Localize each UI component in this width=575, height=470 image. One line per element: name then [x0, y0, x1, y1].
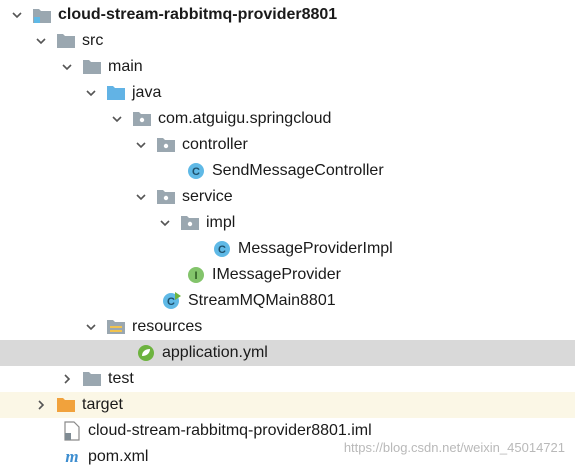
- application-yml-label: application.yml: [162, 344, 268, 361]
- tree-row-java[interactable]: java: [0, 80, 575, 106]
- tree-row-resources[interactable]: resources: [0, 314, 575, 340]
- chevron-down-icon[interactable]: [84, 80, 98, 106]
- package-icon: [156, 187, 176, 207]
- svg-text:m: m: [65, 447, 78, 466]
- svg-text:C: C: [218, 244, 226, 256]
- svg-text:C: C: [167, 296, 175, 308]
- svg-text:C: C: [192, 166, 200, 178]
- resources-folder-icon: [106, 317, 126, 337]
- tree-row-package[interactable]: com.atguigu.springcloud: [0, 106, 575, 132]
- chevron-down-icon[interactable]: [110, 106, 124, 132]
- tree-row-service[interactable]: service: [0, 184, 575, 210]
- chevron-down-icon[interactable]: [60, 54, 74, 80]
- target-label: target: [82, 396, 123, 413]
- package-icon: [180, 213, 200, 233]
- imessage-provider-label: IMessageProvider: [212, 266, 341, 283]
- spring-config-file-icon: [136, 343, 156, 363]
- chevron-down-icon[interactable]: [84, 314, 98, 340]
- tree-row-target[interactable]: target: [0, 392, 575, 418]
- controller-label: controller: [182, 136, 248, 153]
- tree-row-message-provider-impl[interactable]: C MessageProviderImpl: [0, 236, 575, 262]
- excluded-folder-icon: [56, 395, 76, 415]
- package-icon: [132, 109, 152, 129]
- tree-row-imessage-provider[interactable]: I IMessageProvider: [0, 262, 575, 288]
- message-provider-impl-label: MessageProviderImpl: [238, 240, 393, 257]
- tree-row-send-message-controller[interactable]: C SendMessageController: [0, 158, 575, 184]
- chevron-down-icon[interactable]: [134, 132, 148, 158]
- iml-file-label: cloud-stream-rabbitmq-provider8801.iml: [88, 422, 372, 439]
- service-label: service: [182, 188, 233, 205]
- folder-icon: [56, 31, 76, 51]
- test-label: test: [108, 370, 134, 387]
- chevron-down-icon[interactable]: [134, 184, 148, 210]
- resources-label: resources: [132, 318, 203, 335]
- chevron-down-icon[interactable]: [10, 2, 24, 28]
- main-label: main: [108, 58, 143, 75]
- project-root-label: cloud-stream-rabbitmq-provider8801: [58, 6, 338, 23]
- tree-row-controller[interactable]: controller: [0, 132, 575, 158]
- maven-pom-icon: m: [62, 447, 82, 467]
- chevron-right-icon[interactable]: [34, 392, 48, 418]
- java-label: java: [132, 84, 162, 101]
- chevron-right-icon[interactable]: [60, 366, 74, 392]
- tree-row-test[interactable]: test: [0, 366, 575, 392]
- package-icon: [156, 135, 176, 155]
- watermark-text: https://blog.csdn.net/weixin_45014721: [343, 440, 565, 455]
- folder-icon: [82, 57, 102, 77]
- module-folder-icon: [32, 5, 52, 25]
- stream-mq-main-label: StreamMQMain8801: [188, 292, 336, 309]
- tree-row-impl[interactable]: impl: [0, 210, 575, 236]
- package-label: com.atguigu.springcloud: [158, 110, 332, 127]
- impl-label: impl: [206, 214, 236, 231]
- class-icon: C: [186, 161, 206, 181]
- class-icon: C: [212, 239, 232, 259]
- iml-file-icon: [62, 421, 82, 441]
- tree-row-project-root[interactable]: cloud-stream-rabbitmq-provider8801: [0, 2, 575, 28]
- tree-row-main[interactable]: main: [0, 54, 575, 80]
- src-label: src: [82, 32, 104, 49]
- chevron-down-icon[interactable]: [34, 28, 48, 54]
- tree-row-stream-mq-main[interactable]: C StreamMQMain8801: [0, 288, 575, 314]
- send-message-controller-label: SendMessageController: [212, 162, 384, 179]
- source-folder-icon: [106, 83, 126, 103]
- chevron-down-icon[interactable]: [158, 210, 172, 236]
- spring-boot-class-icon: C: [162, 291, 182, 311]
- tree-row-src[interactable]: src: [0, 28, 575, 54]
- folder-icon: [82, 369, 102, 389]
- pom-xml-label: pom.xml: [88, 448, 149, 465]
- svg-text:I: I: [194, 270, 197, 282]
- tree-row-application-yml[interactable]: application.yml: [0, 340, 575, 366]
- interface-icon: I: [186, 265, 206, 285]
